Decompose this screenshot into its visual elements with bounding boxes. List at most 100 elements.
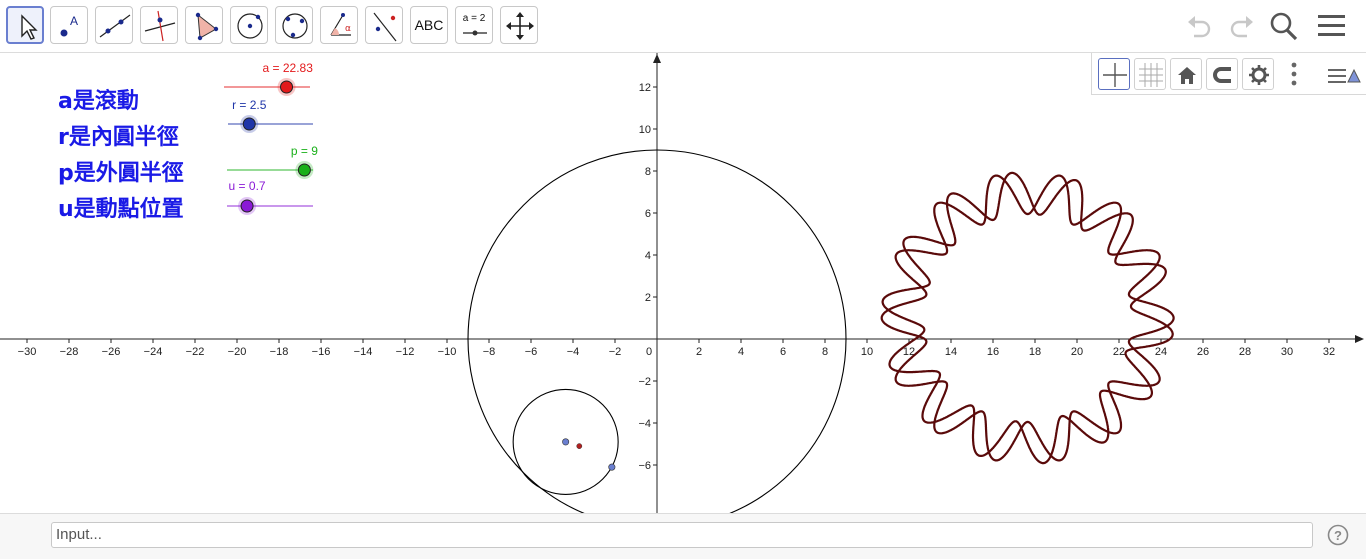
x-tick-label: 6	[780, 346, 786, 358]
x-tick-label: 4	[738, 346, 744, 358]
x-tick-label: −16	[312, 346, 331, 358]
polygon-tool-button[interactable]	[185, 6, 223, 44]
x-tick-label: 20	[1071, 346, 1083, 358]
axes-toggle-button[interactable]	[1098, 58, 1130, 90]
legend-label-1: r是內圓半徑	[58, 125, 179, 150]
point-icon: A	[60, 14, 78, 37]
contact-point[interactable]	[608, 463, 616, 471]
x-tick-label: 10	[861, 346, 873, 358]
move-tool-button[interactable]	[6, 6, 44, 44]
legend-label-2: p是外圓半徑	[58, 161, 184, 186]
x-tick-label: −14	[354, 346, 373, 358]
undo-button[interactable]	[1184, 8, 1220, 44]
x-tick-label: −26	[102, 346, 121, 358]
menu-button[interactable]	[1314, 8, 1350, 44]
reflect-line-icon	[373, 12, 397, 42]
move-graphics-view-tool-button[interactable]	[500, 6, 538, 44]
grid-toggle-icon	[1139, 63, 1163, 87]
more-options-icon	[1291, 62, 1297, 86]
redo-button[interactable]	[1221, 8, 1257, 44]
inner-circle-center-point[interactable]	[562, 438, 570, 446]
grid-toggle-button[interactable]	[1134, 58, 1166, 90]
x-tick-label: 28	[1239, 346, 1251, 358]
graphics-style-bar	[1091, 53, 1366, 95]
trace-curve-strand-b	[881, 171, 1174, 465]
x-tick-label: −24	[144, 346, 163, 358]
line-through-points-icon	[99, 14, 131, 38]
svg-text:α: α	[345, 24, 351, 34]
perpendicular-line-tool-button[interactable]	[140, 6, 178, 44]
slider-caption-1: r = 2.5	[232, 98, 267, 112]
circle-three-points-icon	[282, 13, 308, 39]
y-tick-label: −6	[638, 460, 651, 472]
svg-text:A: A	[70, 14, 78, 28]
tracer-point[interactable]	[576, 443, 583, 449]
help-button[interactable]: ?	[1327, 524, 1349, 546]
x-tick-label: −30	[18, 346, 37, 358]
y-tick-label: −4	[638, 418, 651, 430]
x-tick-label: 14	[945, 346, 957, 358]
x-tick-label: 24	[1155, 346, 1167, 358]
slider-caption-3: u = 0.7	[228, 179, 266, 193]
legend-label-0: a是滾動	[58, 89, 139, 114]
slider-tool-button[interactable]: a = 2	[455, 6, 493, 44]
x-tick-label: 26	[1197, 346, 1209, 358]
point-tool-button[interactable]: A	[50, 6, 88, 44]
x-tick-label: 22	[1113, 346, 1125, 358]
slider-knob-3[interactable]	[240, 199, 254, 213]
slider-knob-1[interactable]	[242, 117, 256, 131]
arrow-pointer-icon	[21, 14, 38, 40]
y-tick-label: 4	[645, 250, 651, 262]
slider-caption-0: a = 22.83	[262, 61, 313, 75]
home-button[interactable]	[1170, 58, 1202, 90]
search-icon	[1270, 12, 1298, 41]
menu-icon	[1318, 15, 1345, 36]
x-tick-label: −4	[567, 346, 580, 358]
algebra-input-field[interactable]: Input...	[51, 522, 1313, 548]
redo-icon	[1230, 16, 1253, 38]
circle-center-icon	[237, 13, 263, 39]
magnet-button[interactable]	[1206, 58, 1238, 90]
reflect-tool-button[interactable]	[365, 6, 403, 44]
angle-tool-button[interactable]: α	[320, 6, 358, 44]
gear-icon	[1249, 65, 1269, 85]
x-tick-label: −18	[270, 346, 289, 358]
svg-text:?: ?	[1334, 528, 1342, 543]
graphics-view[interactable]: −30 −28 −26 −24 −22 −20 −18 −16 −14 −12 −10 −8 −6 −4−…	[0, 53, 1366, 513]
axes-toggle-icon	[1103, 63, 1127, 87]
circle-center-point-tool-button[interactable]	[230, 6, 268, 44]
help-icon: ?	[1327, 524, 1349, 546]
settings-button[interactable]	[1242, 58, 1274, 90]
x-tick-label: −20	[228, 346, 247, 358]
circle-three-points-tool-button[interactable]	[275, 6, 313, 44]
y-axis-arrow	[653, 54, 661, 63]
y-tick-label: −2	[638, 376, 651, 388]
x-tick-label: −6	[525, 346, 538, 358]
search-button[interactable]	[1266, 8, 1302, 44]
slider-knob-0[interactable]	[280, 80, 294, 94]
y-tick-label: 2	[645, 292, 651, 304]
input-bar: Input... ?	[0, 513, 1366, 559]
toggle-stylebar-button[interactable]	[1326, 58, 1361, 90]
toggle-stylebar-icon	[1328, 68, 1361, 83]
line-tool-button[interactable]	[95, 6, 133, 44]
y-tick-label: 12	[639, 82, 651, 94]
y-tick-label: 6	[645, 208, 651, 220]
y-tick-label: 8	[645, 166, 651, 178]
perpendicular-line-icon	[144, 10, 176, 42]
x-tick-label: −28	[60, 346, 79, 358]
more-options-button[interactable]	[1278, 58, 1310, 90]
move-arrows-icon	[506, 12, 534, 40]
trace-curve-strand-a	[880, 174, 1175, 462]
legend-label-3: u是動點位置	[58, 197, 184, 222]
angle-icon: α	[330, 13, 351, 36]
x-tick-label: −2	[609, 346, 622, 358]
graphics-canvas[interactable]: −30 −28 −26 −24 −22 −20 −18 −16 −14 −12 −10 −8 −6 −4−…	[0, 53, 1366, 513]
x-tick-label: −22	[186, 346, 205, 358]
toolbar: A α ABC a = 2	[0, 0, 1366, 53]
x-tick-label: −8	[483, 346, 496, 358]
text-tool-button[interactable]: ABC	[410, 6, 448, 44]
slider-knob-2[interactable]	[297, 163, 311, 177]
undo-icon	[1188, 16, 1211, 38]
home-icon	[1178, 67, 1196, 84]
